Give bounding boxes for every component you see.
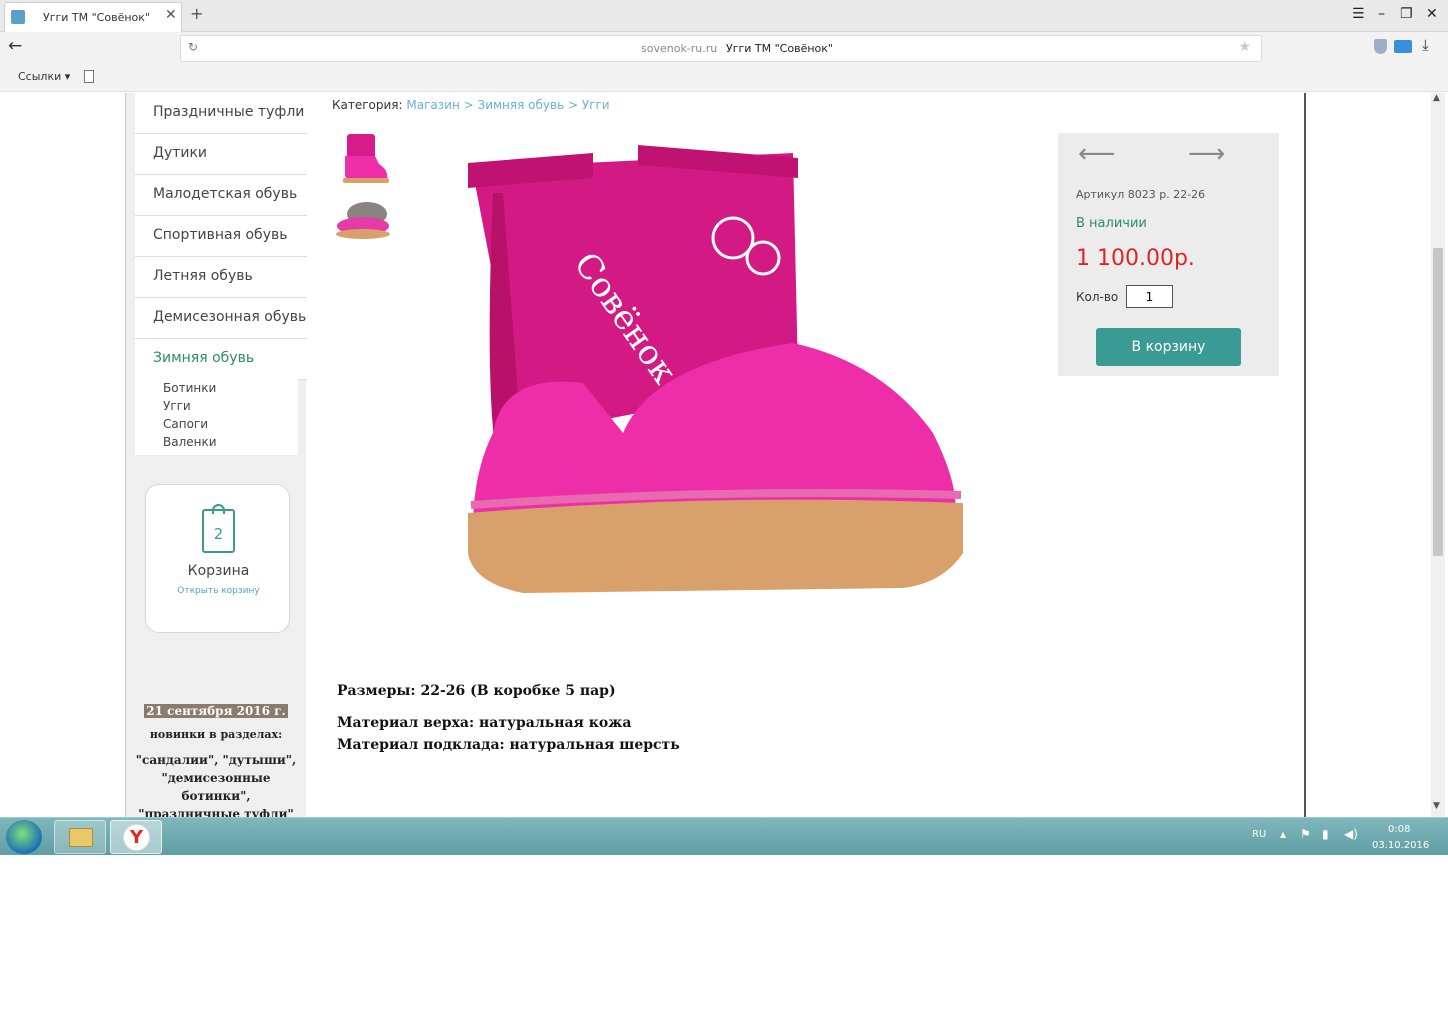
material-lining: Материал подклада: натуральная шерсть: [337, 737, 680, 753]
web-page: Праздничные туфли Дутики Малодетская обу…: [0, 93, 1448, 817]
menu-icon[interactable]: ☰: [1352, 6, 1365, 22]
subcategory-item-valenki[interactable]: Валенки: [163, 433, 298, 451]
taskbar-explorer-button[interactable]: [54, 820, 106, 854]
network-icon[interactable]: ▮: [1322, 827, 1329, 841]
subcategory-item-high-boots[interactable]: Сапоги: [163, 415, 298, 433]
cart-widget[interactable]: 2 Корзина Открыть корзину: [145, 484, 290, 633]
restore-button[interactable]: ❐: [1400, 6, 1413, 22]
scroll-thumb[interactable]: [1433, 248, 1443, 556]
url-host: sovenok-ru.ru: [641, 42, 718, 55]
category-item-sport-shoes[interactable]: Спортивная обувь: [135, 216, 307, 257]
cart-label: Корзина: [187, 563, 250, 579]
new-tab-button[interactable]: +: [190, 4, 203, 23]
material-upper: Материал верха: натуральная кожа: [337, 715, 632, 731]
yandex-browser-icon: Y: [123, 824, 150, 851]
category-menu: Праздничные туфли Дутики Малодетская обу…: [135, 93, 307, 380]
product-sku: Артикул 8023 р. 22-26: [1076, 188, 1206, 201]
news-date: 21 сентября 2016 г.: [144, 704, 288, 718]
clock-date[interactable]: 03.10.2016: [1372, 840, 1429, 851]
prev-product-arrow[interactable]: ⟵: [1078, 139, 1115, 169]
language-indicator[interactable]: RU: [1252, 829, 1266, 840]
volume-icon[interactable]: ◀): [1344, 827, 1358, 841]
scroll-up-icon[interactable]: ▲: [1433, 93, 1440, 103]
news-text: "сандалии", "дутыши", "демисезонные боти…: [135, 753, 297, 817]
breadcrumb-link-shop[interactable]: Магазин: [406, 98, 459, 112]
stock-status: В наличии: [1076, 216, 1147, 231]
breadcrumb-prefix: Категория:: [332, 98, 403, 112]
scroll-down-icon[interactable]: ▼: [1433, 801, 1440, 811]
bookmark-star-icon[interactable]: ★: [1238, 39, 1251, 55]
divider: [1304, 93, 1306, 817]
tab-close-icon[interactable]: ✕: [165, 7, 177, 23]
product-description: Размеры: 22-26 (В коробке 5 пар) Материа…: [337, 683, 680, 756]
reload-icon[interactable]: ↻: [188, 40, 198, 54]
news-heading: новинки в разделах:: [149, 728, 283, 741]
quantity-input[interactable]: [1126, 285, 1173, 308]
breadcrumb-separator: >: [463, 98, 474, 112]
category-item-dutiki[interactable]: Дутики: [135, 134, 307, 175]
back-button[interactable]: ←: [8, 36, 22, 56]
browser-tab[interactable]: Угги ТМ "Совёнок" ✕: [4, 2, 182, 32]
category-item-summer-shoes[interactable]: Летняя обувь: [135, 257, 307, 298]
site-favicon-icon: [11, 10, 25, 24]
subcategory-item-uggs[interactable]: Угги: [163, 397, 298, 415]
bookmarks-links-folder[interactable]: Ссылки ▾: [18, 70, 70, 83]
address-bar[interactable]: ↻ sovenok-ru.ru Угги ТМ "Совёнок" ★: [180, 35, 1262, 62]
add-to-cart-button[interactable]: В корзину: [1096, 328, 1241, 366]
open-cart-link[interactable]: Открыть корзину: [146, 586, 291, 596]
protect-shield-icon[interactable]: [1374, 39, 1387, 54]
folder-icon: [69, 828, 93, 847]
cart-count: 2: [213, 525, 224, 543]
url-page-title: Угги ТМ "Совёнок": [726, 42, 833, 55]
tab-title: Угги ТМ "Совёнок": [43, 11, 150, 24]
mail-icon[interactable]: [1394, 40, 1412, 53]
category-item-winter-shoes[interactable]: Зимняя обувь: [135, 339, 307, 380]
breadcrumb-separator: >: [567, 98, 579, 112]
product-thumbnail-1[interactable]: [333, 130, 391, 186]
product-thumbnail-2[interactable]: [333, 196, 391, 248]
category-item-demiseason-shoes[interactable]: Демисезонная обувь: [135, 298, 307, 339]
quantity-label: Кол-во: [1076, 290, 1119, 304]
category-item-toddler-shoes[interactable]: Малодетская обувь: [135, 175, 307, 216]
download-icon[interactable]: ⤓: [1422, 36, 1429, 54]
taskbar: Y RU ▴ ⚑ ▮ ◀) 0:08 03.10.2016: [0, 817, 1448, 855]
taskbar-browser-button[interactable]: Y: [110, 820, 162, 854]
start-button[interactable]: [6, 820, 42, 854]
breadcrumb-link-winter[interactable]: Зимняя обувь: [478, 98, 565, 112]
page-scrollbar[interactable]: ▲ ▼: [1431, 93, 1445, 817]
news-block: 21 сентября 2016 г. новинки в разделах: …: [134, 700, 298, 817]
clock-time[interactable]: 0:08: [1388, 824, 1410, 835]
category-item-holiday-shoes[interactable]: Праздничные туфли: [135, 93, 307, 134]
minimize-button[interactable]: –: [1378, 6, 1385, 22]
next-product-arrow[interactable]: ⟶: [1188, 139, 1225, 169]
breadcrumb-link-uggs[interactable]: Угги: [582, 98, 610, 112]
product-sizes: Размеры: 22-26 (В коробке 5 пар): [337, 683, 616, 699]
product-main-photo[interactable]: Совёнок: [463, 133, 968, 607]
bookmarks-bar: Ссылки ▾: [0, 64, 1448, 92]
purchase-panel: ⟵ ⟶ Артикул 8023 р. 22-26 В наличии 1 10…: [1058, 133, 1279, 376]
page-icon[interactable]: [84, 70, 94, 83]
address-bar-row: ← ↻ sovenok-ru.ru Угги ТМ "Совёнок" ★ ⤓: [0, 32, 1448, 64]
browser-tab-bar: Угги ТМ "Совёнок" ✕ + ☰ – ❐ ✕: [0, 0, 1448, 32]
subcategory-item-boots[interactable]: Ботинки: [163, 379, 298, 397]
subcategory-list: Ботинки Угги Сапоги Валенки: [135, 377, 298, 455]
product-price: 1 100.00р.: [1076, 246, 1195, 271]
show-hidden-icons-icon[interactable]: ▴: [1280, 827, 1286, 841]
close-window-button[interactable]: ✕: [1426, 6, 1438, 22]
breadcrumb: Категория: Магазин > Зимняя обувь > Угги: [332, 98, 610, 112]
action-center-flag-icon[interactable]: ⚑: [1300, 827, 1311, 841]
